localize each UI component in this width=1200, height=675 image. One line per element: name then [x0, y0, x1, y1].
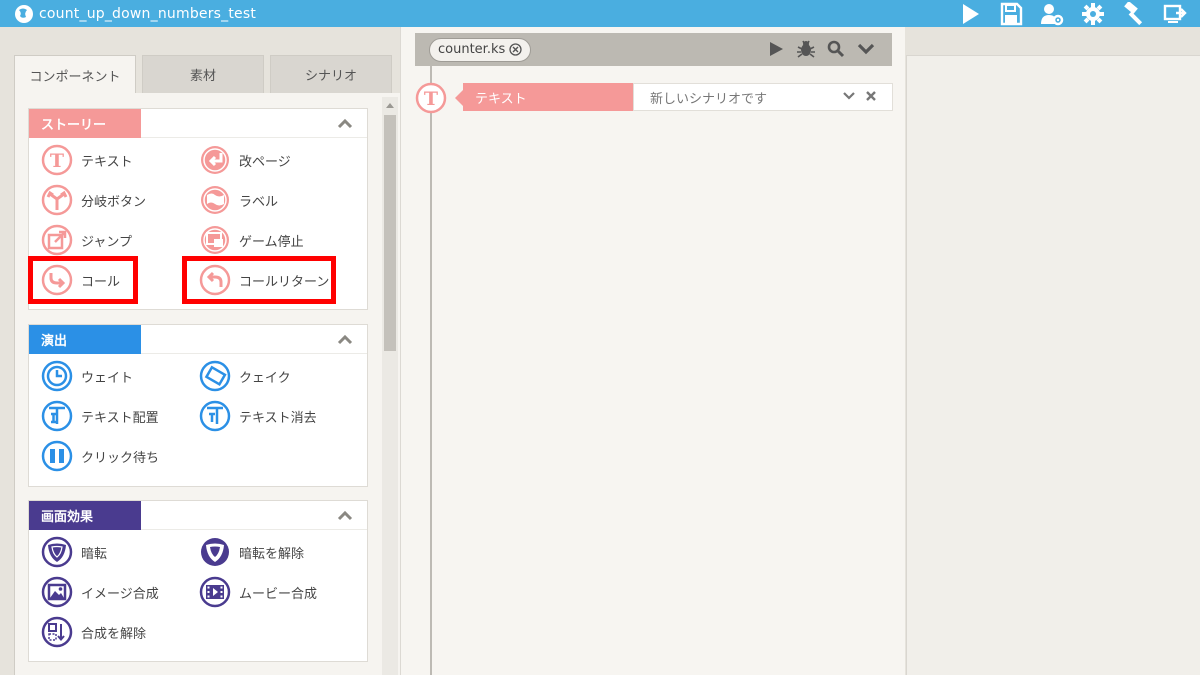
component-branch-button[interactable]: 分岐ボタン	[41, 182, 146, 218]
component-text-place[interactable]: テキスト配置	[41, 398, 159, 434]
panel-tabs: コンポーネント 素材 シナリオ	[14, 55, 398, 95]
bug-icon[interactable]	[796, 37, 816, 61]
highlight-call	[28, 256, 138, 304]
component-movie-compose[interactable]: ムービー合成	[199, 574, 317, 610]
scroll-thumb[interactable]	[384, 115, 396, 351]
row-delete-icon[interactable]	[865, 90, 877, 102]
text-t-icon: T	[415, 82, 447, 114]
section-title: ストーリー	[29, 108, 141, 138]
file-bar-actions	[756, 37, 876, 61]
file-tab[interactable]: counter.ks	[429, 37, 532, 62]
component-image-compose[interactable]: イメージ合成	[41, 574, 159, 610]
component-game-stop[interactable]: ゲーム停止	[199, 222, 304, 258]
component-wait[interactable]: ウェイト	[41, 358, 133, 394]
preview-panel	[906, 27, 1200, 675]
component-compose-release[interactable]: 合成を解除	[41, 614, 146, 650]
component-text[interactable]: T テキスト	[41, 142, 133, 178]
app-logo-icon	[15, 4, 33, 23]
section-title: 画面効果	[29, 500, 141, 530]
movie-compose-icon	[199, 576, 231, 608]
component-quake[interactable]: クェイク	[199, 358, 291, 394]
gear-icon[interactable]	[1080, 1, 1106, 27]
close-icon[interactable]	[509, 43, 522, 56]
section-title: 演出	[29, 324, 141, 354]
scenario-editor: counter.ks T テキスト 新しいシナリオです	[400, 27, 905, 675]
title-bar: count_up_down_numbers_test	[0, 0, 1200, 27]
chevron-down-icon[interactable]	[856, 37, 876, 61]
jump-icon	[41, 224, 73, 256]
search-icon[interactable]	[826, 37, 846, 61]
component-page-break[interactable]: 改ページ	[199, 142, 291, 178]
section-screen-effects-header[interactable]: 画面効果	[29, 500, 367, 530]
flag-icon	[201, 186, 229, 214]
svg-text:T: T	[424, 88, 438, 110]
game-stop-icon	[201, 226, 229, 254]
component-blackout-release[interactable]: 暗転を解除	[199, 534, 304, 570]
file-bar: counter.ks	[415, 33, 892, 66]
tab-scenario[interactable]: シナリオ	[270, 55, 392, 93]
section-story-header[interactable]: ストーリー	[29, 108, 367, 138]
section-effects: 演出 ウェイト クェイク テキスト配置 テキスト消去 クリック待ち	[28, 324, 368, 487]
preview-play-icon[interactable]	[766, 37, 786, 61]
collapse-chevron-icon[interactable]	[337, 117, 353, 129]
compose-release-icon	[41, 616, 73, 648]
tab-materials[interactable]: 素材	[142, 55, 264, 93]
toolbar	[942, 0, 1188, 27]
window-title: count_up_down_numbers_test	[39, 5, 257, 22]
component-label[interactable]: ラベル	[199, 182, 278, 218]
image-compose-icon	[41, 576, 73, 608]
text-place-icon	[41, 400, 73, 432]
component-blackout[interactable]: 暗転	[41, 534, 107, 570]
highlight-call-return	[182, 256, 336, 304]
component-text-erase[interactable]: テキスト消去	[199, 398, 317, 434]
pause-icon	[41, 440, 73, 472]
scenario-row[interactable]: T テキスト 新しいシナリオです	[415, 82, 893, 114]
clock-icon	[41, 360, 73, 392]
component-click-wait[interactable]: クリック待ち	[41, 438, 159, 474]
text-t-icon: T	[41, 144, 73, 176]
preview-area	[906, 55, 1200, 675]
section-screen-effects: 画面効果 暗転 暗転を解除 イメージ合成 ムービー合成 合成を解除	[28, 500, 368, 662]
page-break-icon	[201, 146, 229, 174]
scrollbar[interactable]	[382, 97, 398, 675]
component-jump[interactable]: ジャンプ	[41, 222, 132, 258]
collapse-chevron-icon[interactable]	[337, 333, 353, 345]
file-tab-name: counter.ks	[438, 42, 506, 57]
save-icon[interactable]	[998, 1, 1024, 27]
hammer-icon[interactable]	[1121, 1, 1147, 27]
quake-icon	[199, 360, 231, 392]
scroll-up-arrow[interactable]	[382, 97, 398, 113]
user-settings-icon[interactable]	[1039, 1, 1065, 27]
export-icon[interactable]	[1162, 1, 1188, 27]
blackout-release-icon	[201, 538, 229, 566]
timeline-line	[430, 66, 432, 675]
collapse-chevron-icon[interactable]	[337, 509, 353, 521]
row-pointer	[455, 90, 463, 106]
branch-icon	[41, 184, 73, 216]
blackout-icon	[41, 536, 73, 568]
section-effects-header[interactable]: 演出	[29, 324, 367, 354]
play-icon[interactable]	[957, 1, 983, 27]
row-label[interactable]: テキスト	[463, 83, 633, 111]
row-expand-icon[interactable]	[843, 90, 855, 102]
svg-text:T: T	[50, 150, 64, 172]
text-erase-icon	[199, 400, 231, 432]
tab-components[interactable]: コンポーネント	[14, 55, 136, 95]
